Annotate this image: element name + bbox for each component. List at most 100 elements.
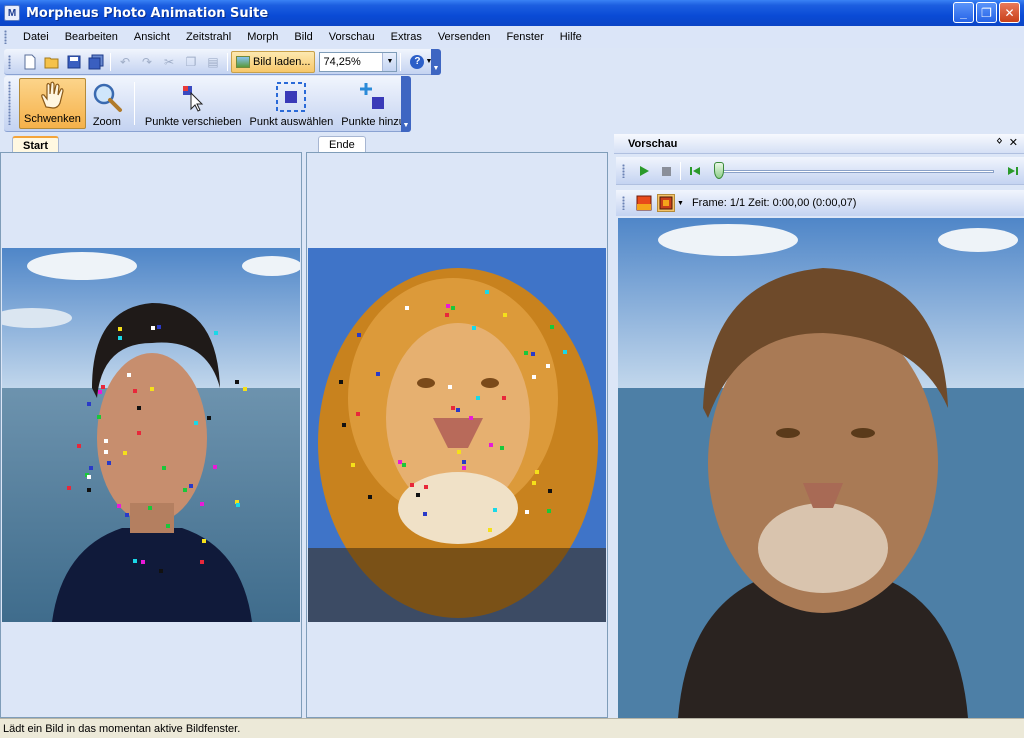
start-photo[interactable] xyxy=(2,248,300,622)
menu-extras[interactable]: Extras xyxy=(383,31,430,43)
morph-point[interactable] xyxy=(133,559,137,563)
timeline-slider[interactable] xyxy=(713,159,995,183)
morph-point[interactable] xyxy=(457,450,461,454)
rewind-button[interactable] xyxy=(686,162,704,180)
morph-point[interactable] xyxy=(137,406,141,410)
zoom-select[interactable]: 74,25% ▼ xyxy=(319,51,398,72)
morph-point[interactable] xyxy=(98,390,102,394)
morph-point[interactable] xyxy=(159,569,163,573)
morph-point[interactable] xyxy=(342,423,346,427)
morph-point[interactable] xyxy=(476,396,480,400)
morph-point[interactable] xyxy=(87,402,91,406)
morph-point[interactable] xyxy=(200,560,204,564)
close-window-button[interactable]: ✕ xyxy=(999,2,1020,23)
morph-point[interactable] xyxy=(150,387,154,391)
morph-point[interactable] xyxy=(125,513,129,517)
menu-vorschau[interactable]: Vorschau xyxy=(321,31,383,43)
morph-point[interactable] xyxy=(525,510,529,514)
morph-point[interactable] xyxy=(236,503,240,507)
gradient-fill-icon[interactable] xyxy=(635,194,653,212)
tool-add-points-button[interactable]: Punkte hinzu xyxy=(337,76,409,131)
paste-icon[interactable]: ▤ xyxy=(204,53,222,71)
forward-button[interactable] xyxy=(1004,162,1022,180)
new-file-icon[interactable] xyxy=(21,53,39,71)
menu-bearbeiten[interactable]: Bearbeiten xyxy=(57,31,126,43)
maximize-button[interactable]: ❐ xyxy=(976,2,997,23)
morph-point[interactable] xyxy=(243,387,247,391)
tool-move-points-button[interactable]: Punkte verschieben xyxy=(141,76,246,131)
menu-fenster[interactable]: Fenster xyxy=(498,31,551,43)
morph-point[interactable] xyxy=(423,512,427,516)
morph-point[interactable] xyxy=(532,375,536,379)
morph-point[interactable] xyxy=(503,313,507,317)
morph-point[interactable] xyxy=(563,350,567,354)
morph-point[interactable] xyxy=(456,408,460,412)
morph-point[interactable] xyxy=(424,485,428,489)
morph-point[interactable] xyxy=(485,290,489,294)
help-button[interactable]: ? ▼ xyxy=(410,54,432,69)
morph-point[interactable] xyxy=(493,508,497,512)
load-image-button[interactable]: Bild laden... xyxy=(231,50,316,73)
menu-hilfe[interactable]: Hilfe xyxy=(552,31,590,43)
end-photo[interactable] xyxy=(308,248,606,622)
morph-point[interactable] xyxy=(524,351,528,355)
pin-icon[interactable]: ᛜ xyxy=(996,136,1003,149)
morph-point[interactable] xyxy=(448,385,452,389)
morph-point[interactable] xyxy=(123,451,127,455)
tool-select-point-button[interactable]: Punkt auswählen xyxy=(246,76,338,131)
morph-point[interactable] xyxy=(416,493,420,497)
morph-point[interactable] xyxy=(356,412,360,416)
morph-point[interactable] xyxy=(500,446,504,450)
morph-point[interactable] xyxy=(166,524,170,528)
morph-point[interactable] xyxy=(127,373,131,377)
undo-icon[interactable]: ↶ xyxy=(116,53,134,71)
morph-point[interactable] xyxy=(531,352,535,356)
toolbar-overflow-button[interactable]: ▼ xyxy=(431,49,441,75)
morph-point[interactable] xyxy=(87,475,91,479)
morph-point[interactable] xyxy=(118,327,122,331)
morph-point[interactable] xyxy=(97,415,101,419)
morph-point[interactable] xyxy=(451,306,455,310)
cut-icon[interactable]: ✂ xyxy=(160,53,178,71)
morph-point[interactable] xyxy=(547,509,551,513)
morph-point[interactable] xyxy=(207,416,211,420)
save-icon[interactable] xyxy=(65,53,83,71)
open-folder-icon[interactable] xyxy=(43,53,61,71)
morph-point[interactable] xyxy=(151,326,155,330)
morph-point[interactable] xyxy=(118,336,122,340)
play-button[interactable] xyxy=(635,162,653,180)
morph-point[interactable] xyxy=(107,461,111,465)
menu-zeitstrahl[interactable]: Zeitstrahl xyxy=(178,31,239,43)
morph-point[interactable] xyxy=(469,416,473,420)
morph-point[interactable] xyxy=(194,421,198,425)
tab-start[interactable]: Start xyxy=(12,136,60,153)
morph-point[interactable] xyxy=(213,465,217,469)
morph-point[interactable] xyxy=(410,483,414,487)
morph-point[interactable] xyxy=(357,333,361,337)
morph-point[interactable] xyxy=(101,385,105,389)
end-image-panel[interactable] xyxy=(306,152,608,718)
morph-point[interactable] xyxy=(535,470,539,474)
morph-point[interactable] xyxy=(546,364,550,368)
morph-point[interactable] xyxy=(488,528,492,532)
morph-point[interactable] xyxy=(104,439,108,443)
morph-point[interactable] xyxy=(77,444,81,448)
morph-point[interactable] xyxy=(133,389,137,393)
morph-point[interactable] xyxy=(202,539,206,543)
morph-point[interactable] xyxy=(117,504,121,508)
redo-icon[interactable]: ↷ xyxy=(138,53,156,71)
morph-point[interactable] xyxy=(405,306,409,310)
morph-point[interactable] xyxy=(141,560,145,564)
morph-point[interactable] xyxy=(89,466,93,470)
morph-point[interactable] xyxy=(104,450,108,454)
morph-point[interactable] xyxy=(489,443,493,447)
morph-point[interactable] xyxy=(162,466,166,470)
morph-point[interactable] xyxy=(148,506,152,510)
morph-point[interactable] xyxy=(87,488,91,492)
morph-point[interactable] xyxy=(200,502,204,506)
morph-point[interactable] xyxy=(235,380,239,384)
morph-point[interactable] xyxy=(189,484,193,488)
menu-morph[interactable]: Morph xyxy=(239,31,286,43)
menu-ansicht[interactable]: Ansicht xyxy=(126,31,178,43)
morph-point[interactable] xyxy=(446,304,450,308)
